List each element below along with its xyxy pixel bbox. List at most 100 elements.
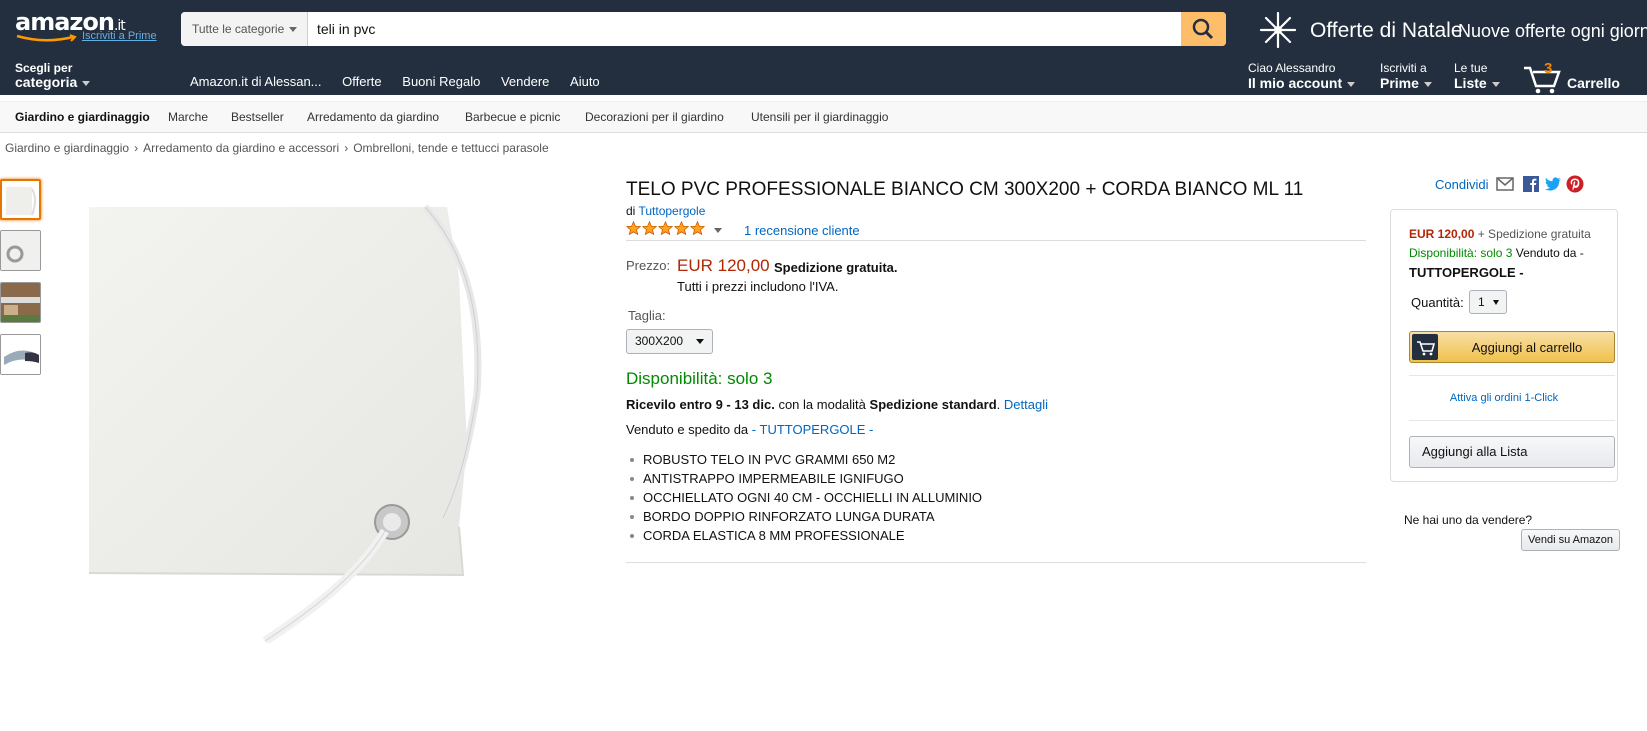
product-title: TELO PVC PROFESSIONALE BIANCO CM 300X200… [626,179,1304,200]
price-label: Prezzo: [626,258,671,273]
product-main-image[interactable] [85,193,505,645]
quantity-select[interactable]: 1 [1469,290,1507,314]
divider [626,562,1366,563]
sell-on-amazon-button[interactable]: Vendi su Amazon [1521,529,1620,551]
subnav-utensili[interactable]: Utensili per il giardinaggio [751,110,888,124]
chevron-down-icon [1493,300,1499,305]
smile-icon [16,34,77,42]
twitter-icon[interactable] [1544,175,1562,193]
pinterest-icon[interactable] [1566,175,1584,193]
breadcrumb-item[interactable]: Arredamento da giardino e accessori [143,141,339,155]
search-input[interactable] [317,12,1137,46]
share-label: Condividi [1435,177,1489,192]
star-icon [658,221,673,236]
breadcrumb: Giardino e giardinaggio › Arredamento da g… [5,141,549,155]
feature-bullet: BORDO DOPPIO RINFORZATO LUNGA DURATA [629,507,982,526]
subnav-bestseller[interactable]: Bestseller [231,110,284,124]
feature-bullet: CORDA ELASTICA 8 MM PROFESSIONALE [629,526,982,545]
star-icon [626,221,641,236]
account-menu[interactable]: Ciao Alessandro Il mio account [1248,61,1356,91]
divider [1409,420,1615,421]
subnav-decorazioni[interactable]: Decorazioni per il giardino [585,110,724,124]
star-rating[interactable] [626,221,722,239]
product-byline: di Tuttopergole [626,204,705,218]
prime-line1: Iscriviti a [1380,61,1427,75]
thumbnail-4[interactable] [0,334,41,375]
amazon-logo[interactable]: amazon.it Iscriviti a Prime [15,8,157,42]
star-icon [690,221,705,236]
add-to-cart-button[interactable]: Aggiungi al carrello [1409,331,1615,363]
category-subnav: Giardino e giardinaggio Marche Bestselle… [0,101,1647,133]
vat-note: Tutti i prezzi includono l'IVA. [677,279,839,294]
facebook-icon[interactable] [1522,175,1540,193]
nav-link-aiuto[interactable]: Aiuto [570,74,600,89]
account-label: Il mio account [1248,76,1356,91]
one-click-link[interactable]: Attiva gli ordini 1-Click [1391,392,1617,404]
search-category-select[interactable]: Tutte le categorie [181,12,308,46]
chevron-down-icon [289,27,297,32]
lists-label: Liste [1454,76,1500,91]
nav-link-buoni-regalo[interactable]: Buoni Regalo [402,74,480,89]
shop-by-category[interactable]: Scegli per categoria [15,61,91,89]
by-prefix: di [626,204,636,218]
chevron-down-icon [1491,81,1500,87]
subnav-arredamento[interactable]: Arredamento da giardino [307,110,439,124]
breadcrumb-item[interactable]: Giardino e giardinaggio [5,141,129,155]
cart-count: 3 [1544,60,1553,77]
availability: Disponibilità: solo 3 [626,369,773,388]
seller-link[interactable]: - TUTTOPERGOLE - [752,422,874,437]
buy-box: EUR 120,00 + Spedizione gratuita Disponi… [1390,209,1618,482]
chevron-down-icon [1423,81,1432,87]
subnav-marche[interactable]: Marche [168,110,208,124]
lists-menu[interactable]: Le tue Liste [1454,61,1500,91]
nav-link-offerte[interactable]: Offerte [342,74,382,89]
chevron-down-icon[interactable] [714,228,722,233]
feature-bullet: ROBUSTO TELO IN PVC GRAMMI 650 M2 [629,450,982,469]
cart-button[interactable]: 3 Carrello [1522,60,1642,94]
buybox-availability: Disponibilità: solo 3 Venduto da - [1409,246,1584,260]
search-button[interactable] [1181,12,1226,46]
subnav-giardino[interactable]: Giardino e giardinaggio [15,110,150,124]
add-to-list-button[interactable]: Aggiungi alla Lista [1409,436,1615,468]
breadcrumb-separator: › [134,141,139,155]
delivery-info: Ricevilo entro 9 - 13 dic. con la modali… [626,397,1048,412]
divider [626,240,1366,241]
size-select[interactable]: 300X200 [626,329,713,354]
nav-link-amazon-di[interactable]: Amazon.it di Alessan... [190,74,322,89]
promo-subtitle: Nuove offerte ogni giorno [1458,21,1647,41]
thumbnail-1[interactable] [0,179,41,220]
category-line1: Scegli per [15,61,73,75]
email-icon[interactable] [1496,175,1514,193]
snowflake-icon [1259,11,1297,49]
nav-link-vendere[interactable]: Vendere [501,74,549,89]
chevron-down-icon [82,80,91,86]
free-shipping: Spedizione gratuita. [774,260,898,275]
account-greeting: Ciao Alessandro [1248,61,1336,75]
divider [1409,375,1615,376]
thumbnail-2[interactable] [0,230,41,271]
sold-by: Venduto e spedito da - TUTTOPERGOLE - [626,422,874,437]
chevron-down-icon [696,339,704,344]
thumbnail-3[interactable] [0,282,41,323]
sell-question: Ne hai uno da vendere? [1404,513,1533,527]
feature-bullet: ANTISTRAPPO IMPERMEABILE IGNIFUGO [629,469,982,488]
feature-bullets: ROBUSTO TELO IN PVC GRAMMI 650 M2 ANTIST… [629,450,982,545]
lists-line1: Le tue [1454,61,1488,75]
brand-link[interactable]: Tuttopergole [638,204,705,218]
subnav-barbecue[interactable]: Barbecue e picnic [465,110,560,124]
cart-icon [1412,334,1438,360]
reviews-link[interactable]: 1 recensione cliente [744,223,860,238]
quantity-label: Quantità: [1411,295,1464,310]
search-icon [1192,18,1214,40]
buybox-price: EUR 120,00 + Spedizione gratuita [1409,227,1591,241]
breadcrumb-item[interactable]: Ombrelloni, tende e tettucci parasole [353,141,548,155]
prime-menu[interactable]: Iscriviti a Prime [1380,61,1432,91]
search-bar: Tutte le categorie [181,12,1226,46]
cart-label: Carrello [1567,75,1620,91]
delivery-details-link[interactable]: Dettagli [1004,397,1048,412]
buybox-seller[interactable]: TUTTOPERGOLE - [1409,265,1524,280]
prime-label: Prime [1380,76,1432,91]
breadcrumb-separator: › [344,141,349,155]
promo-title: Offerte di Natale [1310,19,1463,42]
prime-signup-link[interactable]: Iscriviti a Prime [82,30,157,42]
